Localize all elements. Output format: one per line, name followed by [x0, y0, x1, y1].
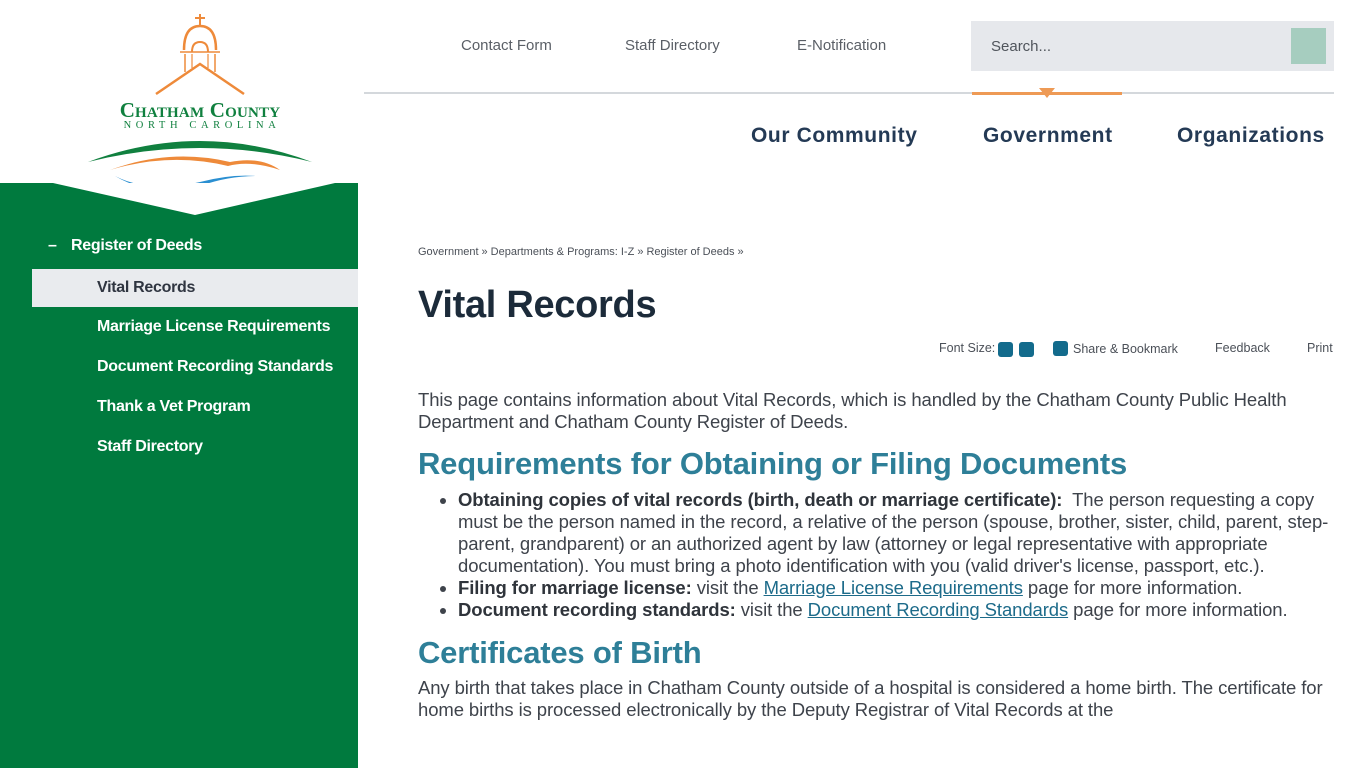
list-item-bold: Obtaining copies of vital records (birth… — [458, 489, 1063, 510]
sidebar-item-label: Staff Directory — [97, 438, 203, 455]
section-heading-requirements: Requirements for Obtaining or Filing Doc… — [418, 446, 1128, 481]
breadcrumb-separator: » — [481, 246, 488, 258]
main-nav-our-community[interactable]: Our Community — [751, 124, 917, 148]
breadcrumb-departments-programs[interactable]: Departments & Programs: I-Z — [491, 246, 635, 258]
logo-wordmark: Chatham County North Carolina — [80, 100, 320, 132]
active-nav-arrow-icon — [1039, 88, 1055, 98]
sidebar: – Register of Deeds Vital Records Marria… — [0, 183, 358, 768]
feedback-button[interactable]: Feedback — [1215, 341, 1270, 355]
page-title: Vital Records — [418, 284, 657, 326]
sidebar-item-label: Vital Records — [97, 279, 196, 296]
sidebar-item-label: Marriage License Requirements — [97, 318, 331, 335]
main-nav-government[interactable]: Government — [983, 124, 1113, 148]
marriage-license-requirements-link[interactable]: Marriage License Requirements — [764, 577, 1023, 598]
list-item-text: visit the — [735, 599, 808, 620]
font-size-decrease-button[interactable] — [998, 342, 1013, 357]
list-item: Obtaining copies of vital records (birth… — [458, 489, 1338, 577]
collapse-dash-icon[interactable]: – — [48, 237, 71, 255]
sidebar-notch-decoration — [53, 183, 335, 215]
sidebar-item-staff-directory[interactable]: Staff Directory — [32, 428, 358, 466]
list-item: Document recording standards: visit the … — [458, 599, 1338, 621]
breadcrumb-government[interactable]: Government — [418, 246, 479, 258]
list-item-text: page for more information. — [1022, 577, 1243, 598]
list-item-bold: Filing for marriage license: — [458, 577, 692, 598]
birth-paragraph: Any birth that takes place in Chatham Co… — [418, 677, 1323, 720]
search-box — [971, 21, 1334, 71]
breadcrumb-separator: » — [737, 246, 744, 258]
sidebar-item-label: Thank a Vet Program — [97, 398, 251, 415]
header-divider — [364, 92, 1334, 94]
print-button[interactable]: Print — [1307, 341, 1333, 355]
main-nav-organizations[interactable]: Organizations — [1177, 124, 1325, 148]
breadcrumb: Government» Departments & Programs: I-Z» R… — [418, 246, 747, 258]
requirements-list: Obtaining copies of vital records (birth… — [418, 489, 1338, 621]
list-item: Filing for marriage license: visit the M… — [458, 577, 1338, 599]
logo-name-sub: North Carolina — [123, 120, 281, 131]
share-icon — [1053, 341, 1068, 356]
intro-paragraph: This page contains information about Vit… — [418, 389, 1287, 432]
sidebar-item-document-recording-standards[interactable]: Document Recording Standards — [32, 348, 358, 386]
e-notification-link[interactable]: E-Notification — [797, 37, 886, 54]
sidebar-item-register-of-deeds[interactable]: – Register of Deeds — [48, 233, 202, 259]
sidebar-item-label: Document Recording Standards — [97, 358, 334, 375]
list-item-text: page for more information. — [1068, 599, 1288, 620]
list-item-text: visit the — [691, 577, 764, 598]
font-size-increase-button[interactable] — [1019, 342, 1034, 357]
main-content: This page contains information about Vit… — [418, 389, 1338, 721]
sidebar-item-thank-a-vet-program[interactable]: Thank a Vet Program — [32, 388, 358, 426]
share-bookmark-label: Share & Bookmark — [1073, 341, 1178, 356]
section-heading-certificates-of-birth: Certificates of Birth — [418, 635, 702, 670]
font-size-label: Font Size: — [939, 341, 996, 355]
font-larger-icon — [1019, 342, 1034, 357]
logo-name-main: Chatham County — [119, 98, 281, 122]
share-bookmark-button[interactable]: Share & Bookmark — [1053, 341, 1178, 356]
staff-directory-link[interactable]: Staff Directory — [625, 37, 720, 54]
font-smaller-icon — [998, 342, 1013, 357]
sidebar-item-marriage-license-requirements[interactable]: Marriage License Requirements — [32, 308, 358, 346]
document-recording-standards-link[interactable]: Document Recording Standards — [808, 599, 1069, 620]
breadcrumb-register-of-deeds[interactable]: Register of Deeds — [646, 246, 734, 258]
chatham-county-logo[interactable]: Chatham County North Carolina — [80, 10, 320, 190]
search-input[interactable] — [971, 21, 1281, 71]
list-item-bold: Document recording standards: — [458, 599, 736, 620]
contact-form-link[interactable]: Contact Form — [461, 37, 552, 54]
sidebar-item-vital-records[interactable]: Vital Records — [32, 269, 358, 307]
breadcrumb-separator: » — [637, 246, 644, 258]
sidebar-item-label: Register of Deeds — [71, 237, 202, 254]
search-button[interactable] — [1291, 28, 1326, 64]
